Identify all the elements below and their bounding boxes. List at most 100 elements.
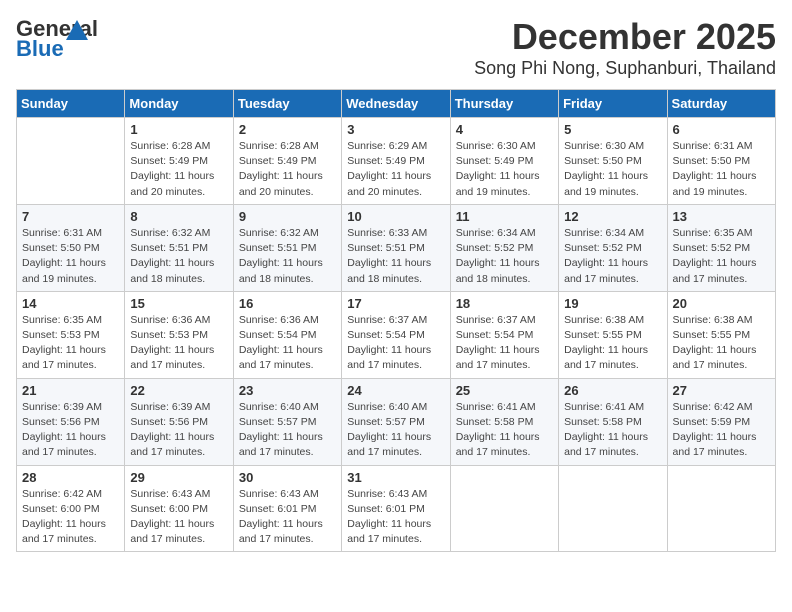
day-info: Sunrise: 6:42 AM Sunset: 6:00 PM Dayligh… — [22, 487, 119, 548]
calendar-cell: 11 Sunrise: 6:34 AM Sunset: 5:52 PM Dayli… — [450, 204, 558, 291]
day-number: 28 — [22, 470, 119, 485]
month-title: December 2025 — [474, 16, 776, 58]
day-info: Sunrise: 6:43 AM Sunset: 6:01 PM Dayligh… — [347, 487, 444, 548]
day-info: Sunrise: 6:29 AM Sunset: 5:49 PM Dayligh… — [347, 139, 444, 200]
day-info: Sunrise: 6:28 AM Sunset: 5:49 PM Dayligh… — [130, 139, 227, 200]
calendar-cell: 28 Sunrise: 6:42 AM Sunset: 6:00 PM Dayli… — [17, 465, 125, 552]
day-info: Sunrise: 6:40 AM Sunset: 5:57 PM Dayligh… — [239, 400, 336, 461]
calendar-cell: 6 Sunrise: 6:31 AM Sunset: 5:50 PM Daylig… — [667, 118, 775, 205]
calendar-cell: 1 Sunrise: 6:28 AM Sunset: 5:49 PM Daylig… — [125, 118, 233, 205]
day-info: Sunrise: 6:28 AM Sunset: 5:49 PM Dayligh… — [239, 139, 336, 200]
day-number: 24 — [347, 383, 444, 398]
day-info: Sunrise: 6:32 AM Sunset: 5:51 PM Dayligh… — [130, 226, 227, 287]
day-info: Sunrise: 6:43 AM Sunset: 6:01 PM Dayligh… — [239, 487, 336, 548]
day-number: 14 — [22, 296, 119, 311]
calendar-cell: 3 Sunrise: 6:29 AM Sunset: 5:49 PM Daylig… — [342, 118, 450, 205]
day-info: Sunrise: 6:41 AM Sunset: 5:58 PM Dayligh… — [456, 400, 553, 461]
day-info: Sunrise: 6:30 AM Sunset: 5:49 PM Dayligh… — [456, 139, 553, 200]
calendar-cell: 16 Sunrise: 6:36 AM Sunset: 5:54 PM Dayli… — [233, 291, 341, 378]
day-number: 12 — [564, 209, 661, 224]
calendar-cell — [450, 465, 558, 552]
day-info: Sunrise: 6:35 AM Sunset: 5:52 PM Dayligh… — [673, 226, 770, 287]
day-number: 21 — [22, 383, 119, 398]
day-number: 30 — [239, 470, 336, 485]
calendar-cell: 26 Sunrise: 6:41 AM Sunset: 5:58 PM Dayli… — [559, 378, 667, 465]
calendar-cell: 19Sunrise: 6:38 AM Sunset: 5:55 PM Dayli… — [559, 291, 667, 378]
calendar-cell: 21 Sunrise: 6:39 AM Sunset: 5:56 PM Dayli… — [17, 378, 125, 465]
day-number: 31 — [347, 470, 444, 485]
calendar-cell: 29 Sunrise: 6:43 AM Sunset: 6:00 PM Dayli… — [125, 465, 233, 552]
day-number: 10 — [347, 209, 444, 224]
weekday-header: Tuesday — [233, 90, 341, 118]
weekday-header: Sunday — [17, 90, 125, 118]
day-info: Sunrise: 6:39 AM Sunset: 5:56 PM Dayligh… — [22, 400, 119, 461]
calendar-header-row: SundayMondayTuesdayWednesdayThursdayFrid… — [17, 90, 776, 118]
day-number: 6 — [673, 122, 770, 137]
logo-icon — [66, 20, 88, 40]
day-number: 17 — [347, 296, 444, 311]
calendar-cell: 20Sunrise: 6:38 AM Sunset: 5:55 PM Dayli… — [667, 291, 775, 378]
day-info: Sunrise: 6:38 AM Sunset: 5:55 PM Dayligh… — [673, 313, 770, 374]
calendar-cell: 9Sunrise: 6:32 AM Sunset: 5:51 PM Daylig… — [233, 204, 341, 291]
title-area: December 2025 Song Phi Nong, Suphanburi,… — [474, 16, 776, 79]
calendar-cell — [559, 465, 667, 552]
day-info: Sunrise: 6:37 AM Sunset: 5:54 PM Dayligh… — [456, 313, 553, 374]
day-number: 1 — [130, 122, 227, 137]
calendar-cell: 25 Sunrise: 6:41 AM Sunset: 5:58 PM Dayli… — [450, 378, 558, 465]
weekday-header: Wednesday — [342, 90, 450, 118]
day-number: 11 — [456, 209, 553, 224]
calendar: SundayMondayTuesdayWednesdayThursdayFrid… — [16, 89, 776, 552]
calendar-week-row: 1 Sunrise: 6:28 AM Sunset: 5:49 PM Daylig… — [17, 118, 776, 205]
day-number: 18 — [456, 296, 553, 311]
day-number: 7 — [22, 209, 119, 224]
day-number: 26 — [564, 383, 661, 398]
day-info: Sunrise: 6:33 AM Sunset: 5:51 PM Dayligh… — [347, 226, 444, 287]
calendar-cell: 8 Sunrise: 6:32 AM Sunset: 5:51 PM Daylig… — [125, 204, 233, 291]
header: General Blue December 2025 Song Phi Nong… — [16, 16, 776, 79]
calendar-week-row: 7 Sunrise: 6:31 AM Sunset: 5:50 PM Daylig… — [17, 204, 776, 291]
calendar-cell: 24Sunrise: 6:40 AM Sunset: 5:57 PM Dayli… — [342, 378, 450, 465]
day-number: 8 — [130, 209, 227, 224]
weekday-header: Friday — [559, 90, 667, 118]
calendar-cell: 10 Sunrise: 6:33 AM Sunset: 5:51 PM Dayli… — [342, 204, 450, 291]
calendar-week-row: 14 Sunrise: 6:35 AM Sunset: 5:53 PM Dayli… — [17, 291, 776, 378]
calendar-cell: 31 Sunrise: 6:43 AM Sunset: 6:01 PM Dayli… — [342, 465, 450, 552]
weekday-header: Thursday — [450, 90, 558, 118]
logo: General Blue — [16, 16, 66, 58]
calendar-cell: 5Sunrise: 6:30 AM Sunset: 5:50 PM Daylig… — [559, 118, 667, 205]
day-info: Sunrise: 6:36 AM Sunset: 5:53 PM Dayligh… — [130, 313, 227, 374]
day-number: 15 — [130, 296, 227, 311]
day-info: Sunrise: 6:43 AM Sunset: 6:00 PM Dayligh… — [130, 487, 227, 548]
day-number: 27 — [673, 383, 770, 398]
calendar-week-row: 28 Sunrise: 6:42 AM Sunset: 6:00 PM Dayli… — [17, 465, 776, 552]
day-number: 19 — [564, 296, 661, 311]
day-number: 23 — [239, 383, 336, 398]
day-info: Sunrise: 6:39 AM Sunset: 5:56 PM Dayligh… — [130, 400, 227, 461]
day-number: 4 — [456, 122, 553, 137]
day-info: Sunrise: 6:31 AM Sunset: 5:50 PM Dayligh… — [22, 226, 119, 287]
calendar-cell: 23 Sunrise: 6:40 AM Sunset: 5:57 PM Dayli… — [233, 378, 341, 465]
day-number: 13 — [673, 209, 770, 224]
day-number: 25 — [456, 383, 553, 398]
day-number: 29 — [130, 470, 227, 485]
calendar-cell: 13 Sunrise: 6:35 AM Sunset: 5:52 PM Dayli… — [667, 204, 775, 291]
day-number: 2 — [239, 122, 336, 137]
day-number: 16 — [239, 296, 336, 311]
calendar-cell: 22Sunrise: 6:39 AM Sunset: 5:56 PM Dayli… — [125, 378, 233, 465]
weekday-header: Saturday — [667, 90, 775, 118]
day-info: Sunrise: 6:36 AM Sunset: 5:54 PM Dayligh… — [239, 313, 336, 374]
day-info: Sunrise: 6:41 AM Sunset: 5:58 PM Dayligh… — [564, 400, 661, 461]
calendar-week-row: 21 Sunrise: 6:39 AM Sunset: 5:56 PM Dayli… — [17, 378, 776, 465]
calendar-cell: 30 Sunrise: 6:43 AM Sunset: 6:01 PM Dayli… — [233, 465, 341, 552]
logo-blue: Blue — [16, 36, 64, 62]
day-info: Sunrise: 6:32 AM Sunset: 5:51 PM Dayligh… — [239, 226, 336, 287]
day-info: Sunrise: 6:31 AM Sunset: 5:50 PM Dayligh… — [673, 139, 770, 200]
calendar-cell: 7 Sunrise: 6:31 AM Sunset: 5:50 PM Daylig… — [17, 204, 125, 291]
day-number: 5 — [564, 122, 661, 137]
day-info: Sunrise: 6:35 AM Sunset: 5:53 PM Dayligh… — [22, 313, 119, 374]
day-number: 3 — [347, 122, 444, 137]
calendar-cell: 18 Sunrise: 6:37 AM Sunset: 5:54 PM Dayli… — [450, 291, 558, 378]
day-info: Sunrise: 6:34 AM Sunset: 5:52 PM Dayligh… — [564, 226, 661, 287]
day-info: Sunrise: 6:34 AM Sunset: 5:52 PM Dayligh… — [456, 226, 553, 287]
location-title: Song Phi Nong, Suphanburi, Thailand — [474, 58, 776, 79]
